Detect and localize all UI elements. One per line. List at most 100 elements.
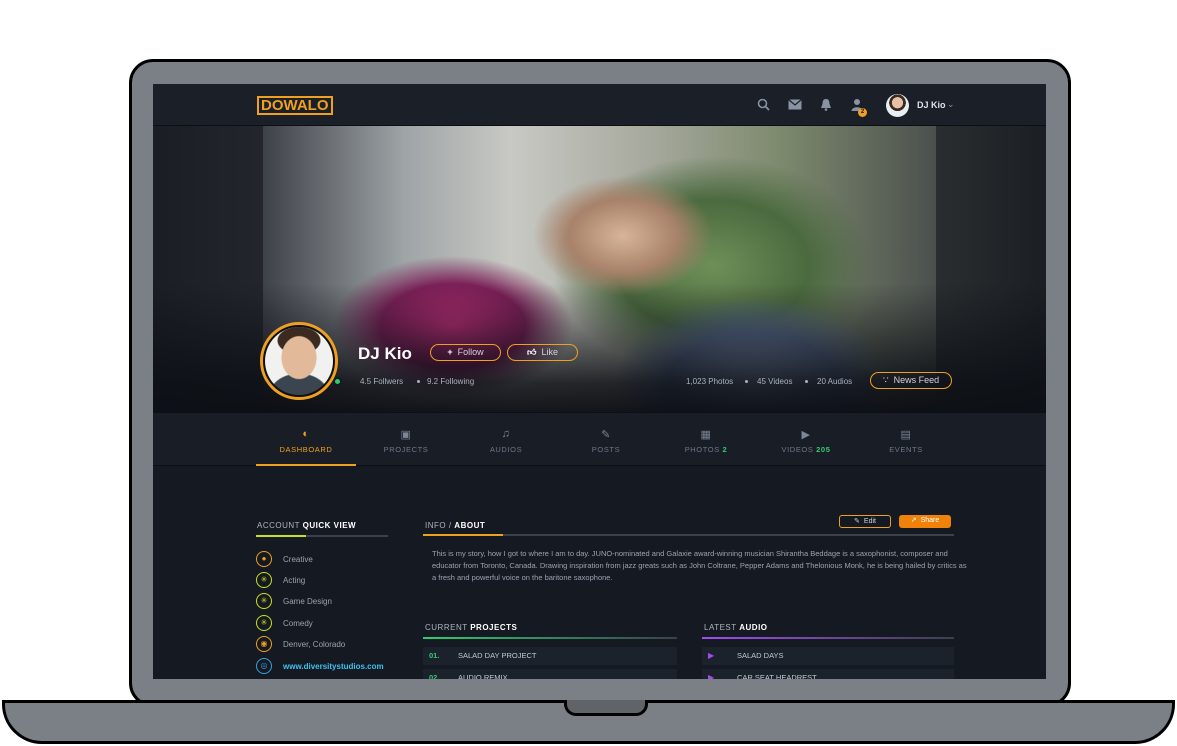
news-feed-label: News Feed	[893, 375, 940, 385]
audio-title-prefix: LATEST	[704, 623, 737, 632]
separator-dot	[745, 380, 748, 383]
quick-view-text: Creative	[283, 555, 313, 564]
like-label: Like	[541, 347, 558, 357]
quick-view-text: Denver, Colorado	[283, 640, 346, 649]
audio-name: SALAD DAYS	[737, 651, 784, 660]
cover-shade-left	[153, 126, 263, 412]
globe-icon: ◎	[256, 658, 272, 674]
tab-label: PROJECTS	[383, 445, 429, 454]
search-icon[interactable]	[755, 98, 771, 114]
profile-tabs: ◐ DASHBOARD ▣ PROJECTS ♫ AUDIOS ✎ POSTS …	[153, 412, 1046, 466]
star-icon: ✳	[256, 572, 272, 588]
tab-label: DASHBOARD	[279, 445, 333, 454]
cover-shade-right	[936, 126, 1046, 412]
projects-title-bold: PROJECTS	[470, 623, 518, 632]
avatar[interactable]	[886, 94, 909, 117]
table-row[interactable]: 01. SALAD DAY PROJECT	[423, 647, 677, 665]
quick-view-text: Acting	[283, 576, 306, 585]
share-icon: ↗	[910, 517, 917, 524]
bulb-icon: ●	[256, 551, 272, 567]
project-number: 01.	[429, 651, 440, 660]
calendar-icon: ▤	[900, 429, 912, 441]
follow-label: Follow	[457, 347, 484, 357]
tab-label: EVENTS	[889, 445, 923, 454]
quick-view-title-bold: QUICK VIEW	[302, 521, 357, 530]
tab-label: AUDIOS	[489, 445, 523, 454]
plus-icon: +	[447, 347, 453, 357]
table-row[interactable]: ▶ CAR SEAT HEADREST	[702, 669, 954, 679]
app-screen: DOWALO 2 DJ Kio ⌄ DJ Kio + Follow 👍︎ Like …	[153, 84, 1046, 679]
audio-title-bold: AUDIO	[739, 623, 768, 632]
following-count[interactable]: 9.2 Following	[427, 377, 474, 386]
project-number: 02.	[429, 673, 440, 679]
separator-dot	[417, 380, 420, 383]
tab-videos[interactable]: ▶ VIDEOS 205	[756, 413, 856, 466]
project-name: SALAD DAY PROJECT	[458, 651, 537, 660]
laptop-notch	[564, 700, 648, 716]
profile-picture[interactable]	[265, 327, 333, 395]
follow-button[interactable]: + Follow	[430, 344, 501, 361]
project-name: AUDIO REMIX	[458, 673, 508, 679]
tab-events[interactable]: ▤ EVENTS	[856, 413, 956, 466]
star-icon: ✳	[256, 593, 272, 609]
briefcase-icon: ▣	[400, 429, 412, 441]
like-button[interactable]: 👍︎ Like	[507, 344, 578, 361]
play-icon[interactable]: ▶	[708, 669, 714, 679]
audio-name: CAR SEAT HEADREST	[737, 673, 817, 679]
tab-label: POSTS	[591, 445, 621, 454]
website-text: www.diversitystudios.com	[283, 662, 384, 671]
photos-count[interactable]: 1,023 Photos	[686, 377, 733, 386]
nav-user-name[interactable]: DJ Kio	[917, 100, 946, 110]
about-title-prefix: INFO /	[425, 521, 452, 530]
notification-badge: 2	[858, 108, 867, 117]
about-text: This is my story, how I got to where I a…	[432, 549, 967, 582]
tab-label: VIDEOS	[781, 445, 814, 454]
post-icon: ✎	[601, 429, 611, 441]
audio-title: LATEST AUDIO	[704, 623, 768, 632]
about-title-bold: ABOUT	[454, 521, 486, 530]
rss-icon: ∵	[882, 375, 889, 385]
tab-dashboard[interactable]: ◐ DASHBOARD	[256, 413, 356, 466]
play-icon[interactable]: ▶	[708, 647, 714, 665]
profile-name: DJ Kio	[358, 344, 412, 363]
tab-count: 2	[722, 445, 728, 454]
tab-count: 205	[816, 445, 831, 454]
quick-view-text: Game Design	[283, 597, 332, 606]
edit-button[interactable]: ✎ Edit	[839, 515, 891, 528]
star-icon: ✳	[256, 615, 272, 631]
share-label: Share	[920, 517, 940, 524]
projects-title-prefix: CURRENT	[425, 623, 468, 632]
chevron-down-icon[interactable]: ⌄	[947, 99, 955, 110]
tab-posts[interactable]: ✎ POSTS	[556, 413, 656, 466]
tab-audios[interactable]: ♫ AUDIOS	[456, 413, 556, 466]
edit-icon: ✎	[854, 518, 860, 525]
music-icon: ♫	[501, 428, 511, 440]
quick-view-title-prefix: ACCOUNT	[257, 521, 300, 530]
thumbs-up-icon: 👍︎	[527, 347, 537, 357]
video-icon: ▶	[801, 429, 811, 441]
quick-view-title: ACCOUNT QUICK VIEW	[257, 521, 356, 530]
quick-view-accent-line	[256, 535, 306, 537]
about-title: INFO / ABOUT	[425, 521, 485, 530]
news-feed-button[interactable]: ∵ News Feed	[870, 372, 952, 389]
table-row[interactable]: 02. AUDIO REMIX	[423, 669, 677, 679]
projects-accent-line	[423, 637, 677, 639]
videos-count[interactable]: 45 Videos	[757, 377, 792, 386]
table-row[interactable]: ▶ SALAD DAYS	[702, 647, 954, 665]
separator-dot	[805, 380, 808, 383]
projects-title: CURRENT PROJECTS	[425, 623, 517, 632]
tab-label: PHOTOS	[684, 445, 720, 454]
edit-label: Edit	[863, 518, 876, 525]
followers-count[interactable]: 4.5 Follwers	[360, 377, 403, 386]
online-status-dot	[333, 377, 342, 386]
about-accent-line	[423, 534, 503, 536]
logo[interactable]: DOWALO	[257, 96, 333, 115]
share-button[interactable]: ↗ Share	[899, 515, 951, 528]
mail-icon[interactable]	[787, 98, 803, 114]
tab-photos[interactable]: ▦ PHOTOS 2	[656, 413, 756, 466]
dashboard-icon: ◐	[302, 428, 310, 440]
image-icon: ▦	[700, 429, 712, 441]
tab-projects[interactable]: ▣ PROJECTS	[356, 413, 456, 466]
bell-icon[interactable]	[818, 98, 834, 114]
audios-count[interactable]: 20 Audios	[817, 377, 852, 386]
